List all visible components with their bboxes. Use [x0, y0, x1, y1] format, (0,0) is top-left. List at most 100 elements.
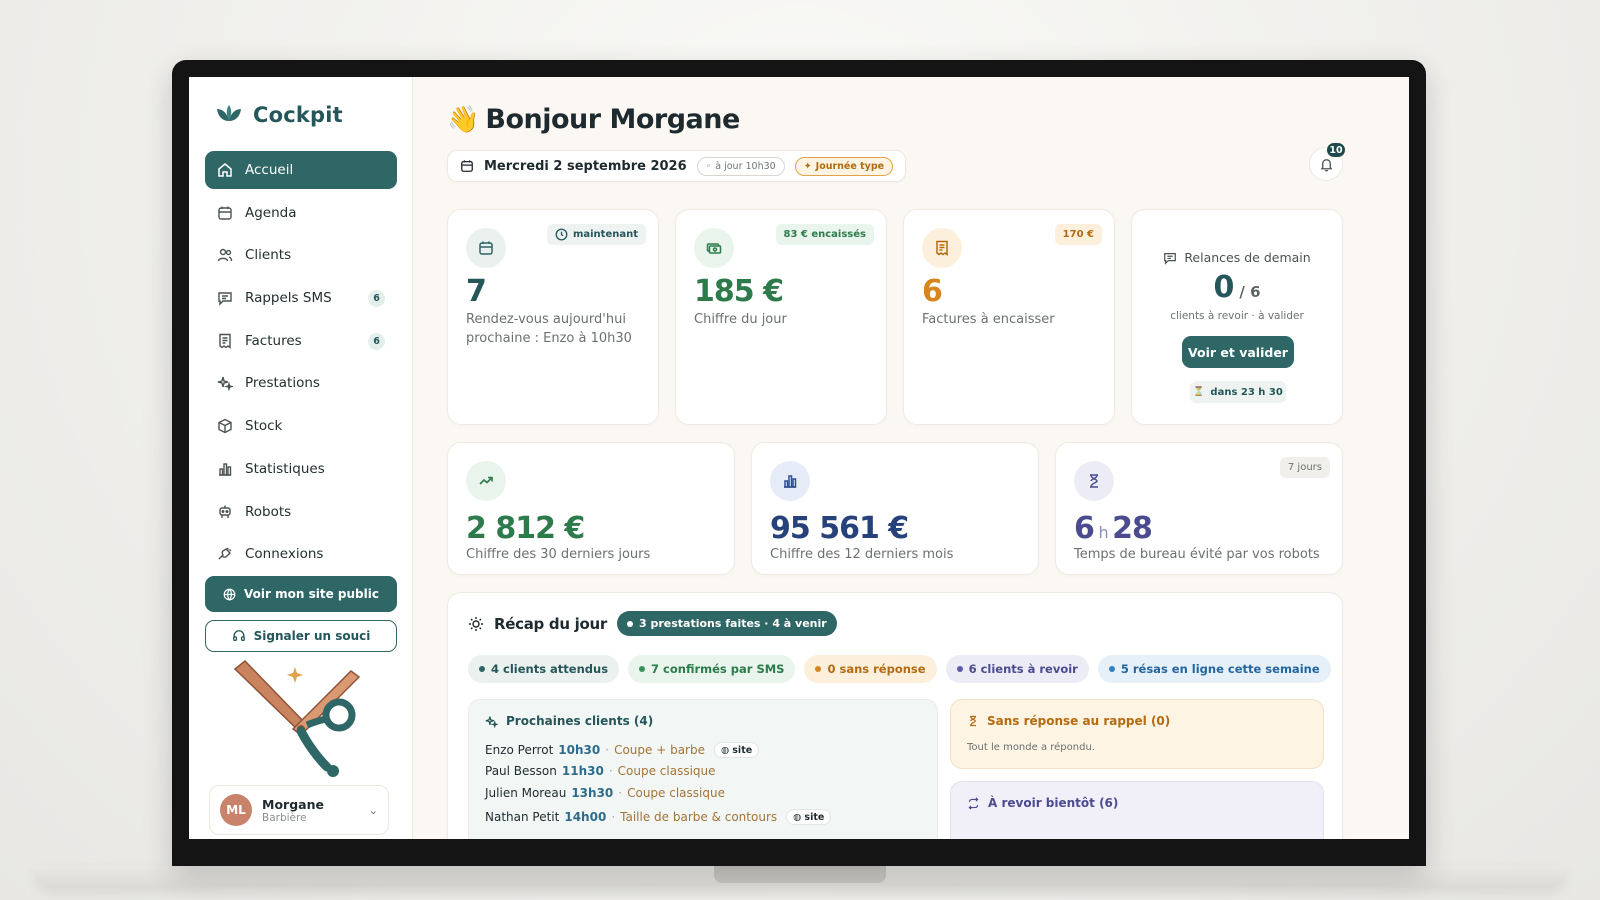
- reminders-title-text: Relances de demain: [1184, 250, 1311, 265]
- users-icon: [217, 249, 233, 262]
- robot-icon: [219, 505, 231, 518]
- sidebar-item-prestations[interactable]: Prestations: [205, 364, 397, 402]
- site-tag: ◍ site: [713, 742, 760, 758]
- bar-chart-icon: [219, 463, 232, 476]
- client-row[interactable]: Julien Moreau 13h30 · Coupe classique: [485, 786, 725, 800]
- receipt-icon: [219, 333, 231, 349]
- sidebar-item-label: Stock: [245, 418, 283, 435]
- client-service: Coupe classique: [627, 786, 725, 800]
- home-icon: [218, 163, 232, 177]
- sidebar-item-agenda[interactable]: Agenda: [205, 194, 397, 232]
- period-tag: 7 jours: [1279, 457, 1330, 478]
- sidebar-item-factures[interactable]: Factures 6: [205, 322, 397, 360]
- app-window: Cockpit Accueil Agenda Clients Rappels S…: [189, 77, 1409, 839]
- sidebar-item-clients[interactable]: Clients: [205, 236, 397, 274]
- sidebar-item-connexions[interactable]: Connexions: [205, 535, 397, 573]
- user-role: Barbière: [262, 811, 307, 824]
- card-revenue-30-days[interactable]: 2 812 € Chiffre des 30 derniers jours: [447, 442, 735, 575]
- view-validate-button[interactable]: Voir et valider: [1182, 336, 1294, 368]
- client-name: Enzo Perrot: [485, 743, 554, 757]
- card-invoices[interactable]: 170 € 6 Factures à encaisser: [903, 209, 1115, 425]
- trending-up-icon: [466, 461, 506, 501]
- updated-label: à jour 10h30: [715, 160, 776, 172]
- card-day-revenue[interactable]: 83 € encaissés 185 € Chiffre du jour: [675, 209, 887, 425]
- day-type-chip[interactable]: ✦ Journée type: [794, 156, 894, 176]
- card-robots-time[interactable]: 7 jours 6 h 28 Temps de bureau évité par…: [1055, 442, 1343, 575]
- dot-icon: [626, 620, 633, 627]
- pill-clients-revisit[interactable]: 6 clients à revoir: [945, 655, 1089, 683]
- revisit-title: À revoir bientôt (6): [967, 796, 1118, 810]
- reminders-count: 0 / 6: [1132, 270, 1342, 305]
- sidebar-item-rappels-sms[interactable]: Rappels SMS 6: [205, 279, 397, 317]
- public-site-button[interactable]: Voir mon site public: [205, 576, 397, 612]
- pill-no-answer[interactable]: 0 sans réponse: [804, 655, 937, 683]
- now-label: maintenant: [572, 229, 638, 240]
- notifications-count: 10: [1325, 141, 1347, 159]
- card-revenue-12-months[interactable]: 95 561 € Chiffre des 12 derniers mois: [751, 442, 1039, 575]
- dot-icon: [815, 666, 822, 672]
- pill-sms-confirmed[interactable]: 7 confirmés par SMS: [628, 655, 796, 683]
- updated-chip: ◦ à jour 10h30: [696, 156, 785, 176]
- revisit-title-text: À revoir bientôt (6): [988, 796, 1119, 810]
- client-row[interactable]: Nathan Petit 14h00 · Taille de barbe & c…: [485, 809, 832, 825]
- pill-expected-clients[interactable]: 4 clients attendus: [468, 655, 620, 683]
- reminders-timer: ⏳ dans 23 h 30: [1190, 381, 1286, 403]
- sidebar-item-label: Factures: [245, 332, 302, 349]
- user-info: Morgane Barbière: [262, 797, 324, 824]
- greeting-text: Bonjour Morgane: [485, 104, 740, 135]
- brand[interactable]: Cockpit: [215, 103, 343, 127]
- sidebar-item-stock[interactable]: Stock: [205, 407, 397, 445]
- avatar: ML: [220, 794, 252, 826]
- revenue-12m-label: Chiffre des 12 derniers mois: [770, 547, 954, 562]
- sidebar-item-label: Accueil: [245, 162, 294, 178]
- bar-chart-icon: [770, 461, 810, 501]
- client-row[interactable]: Paul Besson 11h30 · Coupe classique: [485, 764, 716, 778]
- pill-label: 6 clients à revoir: [968, 662, 1078, 676]
- page-title: 👋 Bonjour Morgane: [447, 104, 740, 135]
- pill-label: 0 sans réponse: [827, 662, 926, 676]
- next-appointment: prochaine : Enzo à 10h30: [466, 331, 632, 346]
- hourglass-icon: [1074, 461, 1114, 501]
- headset-icon: [232, 630, 245, 642]
- revenue-30-label: Chiffre des 30 derniers jours: [466, 547, 651, 562]
- main-content: 👋 Bonjour Morgane Mercredi 2 septembre 2…: [413, 77, 1409, 839]
- reminders-timer-label: dans 23 h 30: [1210, 386, 1283, 398]
- cash-icon: [694, 228, 734, 268]
- reminders-sub: clients à revoir · à valider: [1170, 310, 1304, 322]
- pill-label: 4 clients attendus: [491, 662, 609, 676]
- client-service: Coupe classique: [617, 764, 716, 778]
- chevron-down-icon: ⌄: [368, 803, 378, 817]
- recap-header: Récap du jour 3 prestations faites · 4 à…: [468, 611, 837, 636]
- day-revenue-value: 185 €: [694, 274, 784, 309]
- next-clients-title-text: Prochaines clients (4): [506, 714, 654, 728]
- report-issue-label: Signaler un souci: [253, 629, 371, 643]
- user-menu[interactable]: ML Morgane Barbière ⌄: [209, 785, 389, 835]
- report-issue-button[interactable]: Signaler un souci: [205, 620, 397, 652]
- dot-icon: [1108, 666, 1115, 672]
- panel-next-clients: Prochaines clients (4) Enzo Perrot 10h30…: [468, 699, 938, 839]
- card-appointments[interactable]: maintenant 7 Rendez-vous aujourd'hui pro…: [447, 209, 659, 425]
- sidebar-item-accueil[interactable]: Accueil: [205, 151, 397, 189]
- leaf-logo-icon: [215, 103, 243, 127]
- sidebar-item-robots[interactable]: Robots: [205, 493, 397, 531]
- pill-label: 7 confirmés par SMS: [651, 662, 785, 676]
- client-time: 10h30: [558, 743, 601, 757]
- recap-pills: 4 clients attendus 7 confirmés par SMS 0…: [468, 655, 1331, 683]
- hourglass-icon: ⏳: [1193, 387, 1205, 397]
- sidebar-item-statistiques[interactable]: Statistiques: [205, 450, 397, 488]
- sidebar-item-label: Clients: [245, 247, 292, 264]
- card-reminders: Relances de demain 0 / 6 clients à revoi…: [1131, 209, 1343, 425]
- sidebar-item-label: Statistiques: [245, 460, 325, 477]
- client-row[interactable]: Enzo Perrot 10h30 · Coupe + barbe ◍ site: [485, 742, 760, 758]
- receipt-icon: [922, 228, 962, 268]
- invoices-value: 6: [922, 274, 943, 309]
- brand-name: Cockpit: [253, 103, 343, 127]
- calendar-icon: [218, 206, 232, 220]
- client-name: Paul Besson: [485, 764, 557, 778]
- sidebar-item-label: Robots: [245, 503, 292, 520]
- sun-icon: [469, 616, 483, 631]
- sidebar-item-label: Prestations: [245, 375, 320, 392]
- clock-icon: ◦: [705, 160, 712, 172]
- globe-icon: [223, 588, 236, 601]
- pill-online-bookings[interactable]: 5 résas en ligne cette semaine: [1097, 655, 1331, 683]
